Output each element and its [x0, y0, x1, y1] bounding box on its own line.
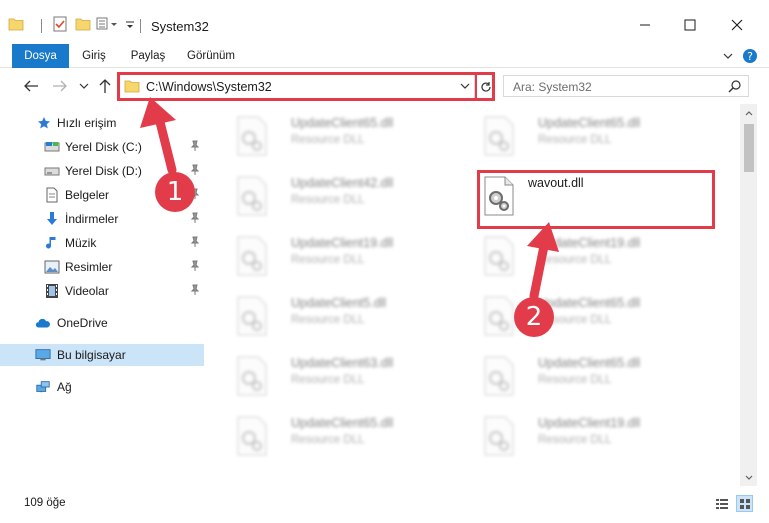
- annotation-arrows: [140, 97, 559, 301]
- step-1-badge: 1: [155, 172, 195, 212]
- arrow-2-head: [527, 222, 559, 252]
- arrow-1: [155, 117, 177, 175]
- arrow-1-head: [140, 97, 176, 128]
- arrow-2: [529, 241, 549, 301]
- step-2-badge: 2: [514, 297, 554, 337]
